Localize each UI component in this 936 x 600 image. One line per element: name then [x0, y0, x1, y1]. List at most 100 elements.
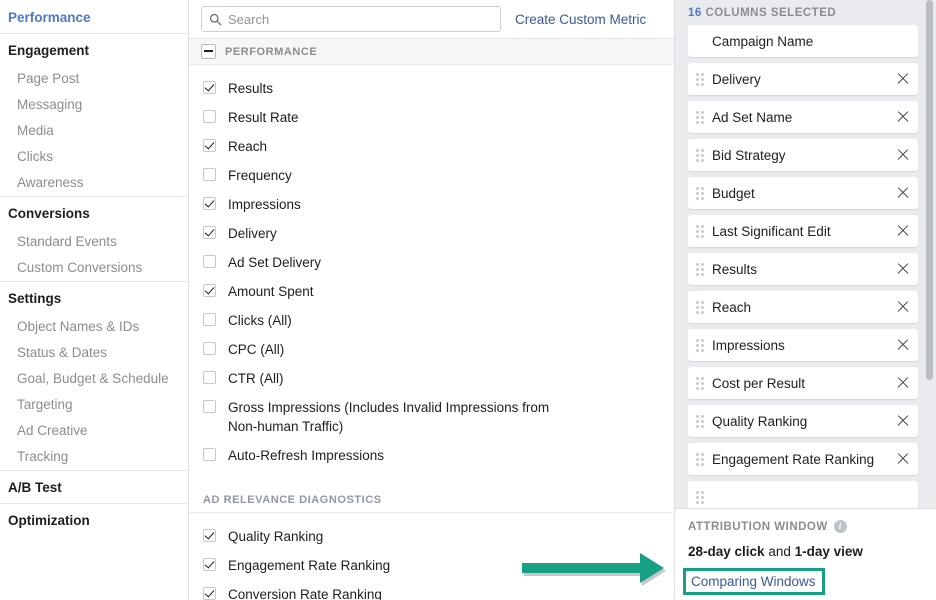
remove-column-icon[interactable] — [896, 72, 910, 86]
metric-checkbox-row[interactable]: Delivery — [189, 219, 674, 248]
panel-scrollbar-thumb[interactable] — [926, 0, 933, 380]
checkbox-checked-icon[interactable] — [203, 197, 216, 210]
drag-handle-icon[interactable] — [696, 414, 704, 428]
comparing-windows-link[interactable]: Comparing Windows — [691, 574, 816, 589]
metric-checkbox-row[interactable]: Results — [189, 74, 674, 103]
checkbox-unchecked-icon[interactable] — [203, 168, 216, 181]
performance-section-header[interactable]: PERFORMANCE — [189, 39, 674, 65]
metric-checkbox-row[interactable]: Engagement Rate Ranking — [189, 551, 674, 580]
remove-column-icon[interactable] — [896, 300, 910, 314]
drag-handle-icon[interactable] — [696, 262, 704, 276]
sidebar-item[interactable]: Goal, Budget & Schedule — [0, 366, 188, 392]
metric-checkbox-row[interactable]: Frequency — [189, 161, 674, 190]
selected-column-item[interactable] — [688, 481, 918, 508]
checkbox-unchecked-icon[interactable] — [203, 110, 216, 123]
sidebar-item[interactable]: Object Names & IDs — [0, 314, 188, 340]
metric-checkbox-row[interactable]: Gross Impressions (Includes Invalid Impr… — [189, 393, 674, 441]
selected-column-item[interactable]: Engagement Rate Ranking — [688, 443, 918, 475]
selected-column-item[interactable]: Impressions — [688, 329, 918, 361]
sidebar-item[interactable]: Page Post — [0, 66, 188, 92]
remove-column-icon[interactable] — [896, 186, 910, 200]
checkbox-unchecked-icon[interactable] — [203, 448, 216, 461]
sidebar-item[interactable]: Messaging — [0, 92, 188, 118]
checkbox-checked-icon[interactable] — [203, 226, 216, 239]
category-sidebar: PerformanceEngagementPage PostMessagingM… — [0, 0, 189, 600]
sidebar-group-head[interactable]: A/B Test — [0, 471, 188, 503]
attribution-window-label: ATTRIBUTION WINDOW — [688, 521, 828, 533]
drag-handle-icon[interactable] — [696, 224, 704, 238]
metric-checkbox-row[interactable]: Result Rate — [189, 103, 674, 132]
selected-column-item[interactable]: Reach — [688, 291, 918, 323]
drag-handle-icon[interactable] — [696, 452, 704, 466]
drag-handle-icon[interactable] — [696, 490, 704, 504]
checkbox-unchecked-icon[interactable] — [203, 255, 216, 268]
selected-column-item[interactable]: Ad Set Name — [688, 101, 918, 133]
selected-column-item[interactable]: Bid Strategy — [688, 139, 918, 171]
sidebar-group-head[interactable]: Optimization — [0, 504, 188, 536]
drag-handle-icon[interactable] — [696, 110, 704, 124]
sidebar-item[interactable]: Targeting — [0, 392, 188, 418]
remove-column-icon[interactable] — [896, 376, 910, 390]
sidebar-item[interactable]: Custom Conversions — [0, 255, 188, 281]
checkbox-checked-icon[interactable] — [203, 587, 216, 600]
sidebar-group-head[interactable]: Settings — [0, 282, 188, 314]
checkbox-checked-icon[interactable] — [203, 284, 216, 297]
checkbox-unchecked-icon[interactable] — [203, 400, 216, 413]
drag-handle-icon[interactable] — [696, 72, 704, 86]
selected-column-item[interactable]: Last Significant Edit — [688, 215, 918, 247]
metric-checkbox-row[interactable]: Conversion Rate Ranking — [189, 580, 674, 600]
remove-column-icon[interactable] — [896, 452, 910, 466]
sidebar-group-head[interactable]: Engagement — [0, 34, 188, 66]
selected-column-item[interactable]: Delivery — [688, 63, 918, 95]
selected-column-item[interactable]: Quality Ranking — [688, 405, 918, 437]
sidebar-item[interactable]: Standard Events — [0, 229, 188, 255]
drag-handle-icon[interactable] — [696, 338, 704, 352]
sidebar-item[interactable]: Awareness — [0, 170, 188, 196]
sidebar-group-head[interactable]: Performance — [0, 1, 188, 33]
drag-handle-icon[interactable] — [696, 186, 704, 200]
remove-column-icon[interactable] — [896, 262, 910, 276]
sidebar-item[interactable]: Ad Creative — [0, 418, 188, 444]
metric-checkbox-row[interactable]: Ad Set Delivery — [189, 248, 674, 277]
checkbox-checked-icon[interactable] — [203, 529, 216, 542]
selected-column-item[interactable]: Cost per Result — [688, 367, 918, 399]
remove-column-icon[interactable] — [896, 414, 910, 428]
create-custom-metric-link[interactable]: Create Custom Metric — [515, 12, 646, 27]
sidebar-item[interactable]: Status & Dates — [0, 340, 188, 366]
drag-handle-icon[interactable] — [696, 376, 704, 390]
metric-checkbox-row[interactable]: Quality Ranking — [189, 522, 674, 551]
sidebar-item[interactable]: Media — [0, 118, 188, 144]
selected-column-item[interactable]: Results — [688, 253, 918, 285]
remove-column-icon[interactable] — [896, 148, 910, 162]
search-box[interactable] — [201, 6, 501, 32]
remove-column-icon[interactable] — [896, 338, 910, 352]
metric-checkbox-row[interactable]: Reach — [189, 132, 674, 161]
sidebar-item[interactable]: Clicks — [0, 144, 188, 170]
metric-label: CTR (All) — [228, 369, 284, 388]
checkbox-checked-icon[interactable] — [203, 81, 216, 94]
checkbox-checked-icon[interactable] — [203, 139, 216, 152]
sidebar-item[interactable]: Tracking — [0, 444, 188, 470]
checkbox-unchecked-icon[interactable] — [203, 371, 216, 384]
drag-handle-icon[interactable] — [696, 300, 704, 314]
metric-checkbox-row[interactable]: Clicks (All) — [189, 306, 674, 335]
remove-column-icon[interactable] — [896, 110, 910, 124]
sidebar-group-head[interactable]: Conversions — [0, 197, 188, 229]
info-icon[interactable]: i — [834, 520, 847, 533]
search-input[interactable] — [228, 12, 493, 27]
drag-handle-icon[interactable] — [696, 148, 704, 162]
sidebar-group: Performance — [0, 0, 188, 33]
checkbox-checked-icon[interactable] — [203, 558, 216, 571]
selected-column-item[interactable]: Budget — [688, 177, 918, 209]
metric-label: Quality Ranking — [228, 527, 323, 546]
checkbox-unchecked-icon[interactable] — [203, 313, 216, 326]
minus-box-icon[interactable] — [201, 44, 216, 59]
checkbox-unchecked-icon[interactable] — [203, 342, 216, 355]
metric-checkbox-row[interactable]: Auto-Refresh Impressions — [189, 441, 674, 470]
metric-checkbox-row[interactable]: CTR (All) — [189, 364, 674, 393]
metric-checkbox-row[interactable]: Amount Spent — [189, 277, 674, 306]
metric-checkbox-row[interactable]: Impressions — [189, 190, 674, 219]
remove-column-icon[interactable] — [896, 224, 910, 238]
selected-column-item[interactable]: Campaign Name — [688, 25, 918, 57]
metric-checkbox-row[interactable]: CPC (All) — [189, 335, 674, 364]
